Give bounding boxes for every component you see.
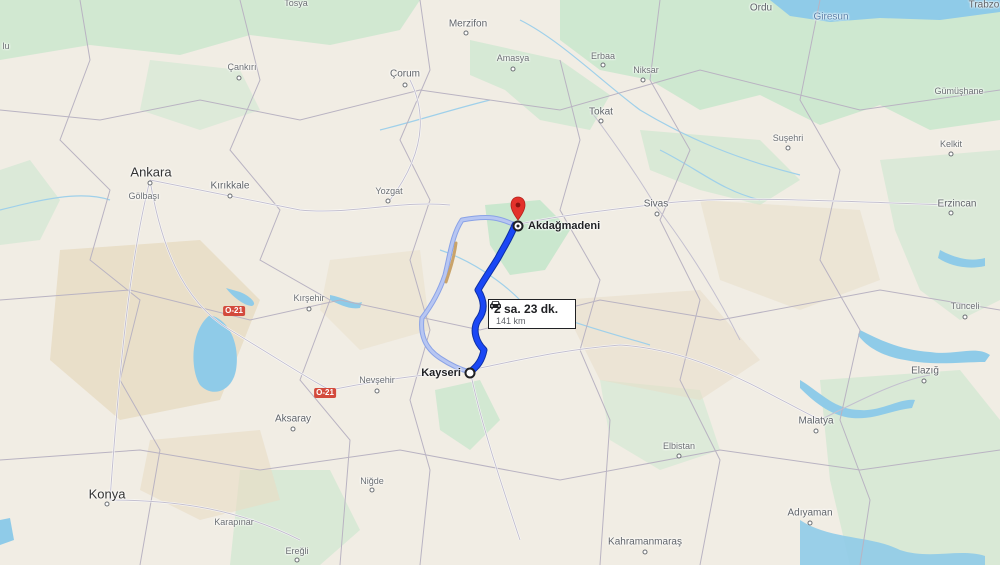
label-amasya: Amasya	[496, 53, 530, 63]
label-kirsehir: Kırşehir	[293, 293, 325, 303]
road-shield-o21: O-21	[314, 388, 336, 398]
route-info-callout[interactable]: 2 sa. 23 dk. 141 km	[488, 299, 576, 329]
label-tunceli: Tunceli	[950, 301, 980, 311]
label-trabzon: Trabzo	[968, 0, 1000, 11]
label-ordu: Ordu	[749, 2, 773, 14]
map-canvas[interactable]: Tosya Merzifon Ordu Giresun Trabzo lu Ça…	[0, 0, 1000, 565]
destination-marker-dot	[516, 224, 520, 228]
label-adiyaman: Adıyaman	[787, 507, 833, 519]
map-base-svg	[0, 0, 1000, 565]
label-konya: Konya	[88, 486, 126, 502]
route-duration: 2 sa. 23 dk.	[494, 302, 559, 316]
label-elbistan: Elbistan	[662, 441, 696, 451]
label-edge-left: lu	[2, 41, 10, 51]
label-nevsehir: Nevşehir	[359, 375, 395, 385]
label-niksar: Niksar	[633, 65, 659, 75]
label-karapinar: Karapınar	[214, 517, 254, 527]
label-yozgat: Yozgat	[375, 186, 403, 196]
label-gumushane: Gümüşhane	[934, 86, 984, 96]
car-icon	[490, 301, 501, 310]
destination-label[interactable]: Akdağmadeni	[528, 220, 600, 232]
label-susehri: Suşehri	[772, 133, 804, 143]
label-ankara: Ankara	[130, 164, 172, 180]
label-giresun: Giresun	[813, 11, 849, 23]
route-distance: 141 km	[496, 316, 526, 326]
route-duration-row: 2 sa. 23 dk.	[490, 301, 570, 316]
origin-marker[interactable]	[464, 367, 476, 379]
label-cankiri: Çankırı	[227, 62, 257, 72]
label-kahramanmaras: Kahramanmaraş	[608, 536, 682, 548]
label-nigde: Niğde	[360, 476, 384, 486]
label-kirikkale: Kırıkkale	[210, 180, 250, 192]
label-corum: Çorum	[389, 68, 421, 80]
label-eregli: Ereğli	[285, 546, 309, 556]
label-aksaray: Aksaray	[274, 413, 312, 425]
label-elazig: Elazığ	[911, 365, 939, 377]
label-malatya: Malatya	[798, 415, 834, 427]
road-shield-o21: O-21	[223, 306, 245, 316]
label-merzifon: Merzifon	[448, 18, 488, 30]
origin-label[interactable]: Kayseri	[421, 367, 461, 379]
label-kelkit: Kelkit	[939, 139, 963, 149]
label-erbaa: Erbaa	[590, 51, 616, 61]
label-sivas: Sivas	[643, 198, 669, 210]
label-erzincan: Erzincan	[937, 198, 977, 210]
label-tosya: Tosya	[284, 0, 308, 8]
label-golbasi: Gölbaşı	[128, 191, 160, 201]
label-tokat: Tokat	[589, 106, 613, 118]
